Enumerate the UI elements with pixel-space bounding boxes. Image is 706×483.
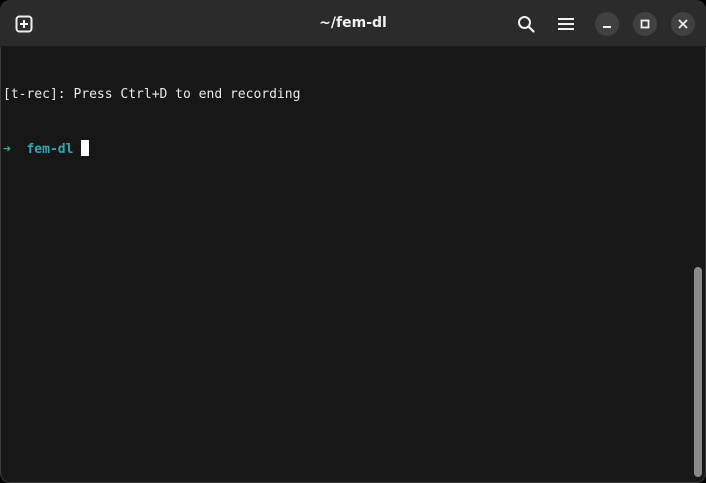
new-tab-button[interactable] <box>8 8 40 40</box>
new-tab-plus-icon <box>15 15 33 33</box>
prompt-arrow-icon: ➜ <box>3 142 11 157</box>
prompt-line: ➜ fem-dl <box>3 140 692 158</box>
search-button[interactable] <box>510 8 542 40</box>
terminal-output[interactable]: [t-rec]: Press Ctrl+D to end recording ➜… <box>0 48 692 483</box>
scrollbar[interactable] <box>692 48 706 483</box>
minimize-icon <box>603 26 611 28</box>
close-icon <box>678 19 688 29</box>
close-button[interactable] <box>671 12 695 36</box>
search-icon <box>518 16 535 33</box>
header-bar: ~/fem-dl <box>0 0 706 47</box>
maximize-button[interactable] <box>633 12 657 36</box>
main-menu-button[interactable] <box>550 8 582 40</box>
maximize-icon <box>640 19 650 29</box>
terminal-window: ~/fem-dl [t-rec]: Press Ctrl+D to end re… <box>0 0 706 483</box>
hamburger-menu-icon <box>558 18 574 30</box>
text-cursor <box>81 140 90 156</box>
scrollbar-thumb[interactable] <box>694 267 702 477</box>
terminal-line: [t-rec]: Press Ctrl+D to end recording <box>3 87 301 102</box>
minimize-button[interactable] <box>595 12 619 36</box>
prompt-directory: fem-dl <box>26 142 74 157</box>
